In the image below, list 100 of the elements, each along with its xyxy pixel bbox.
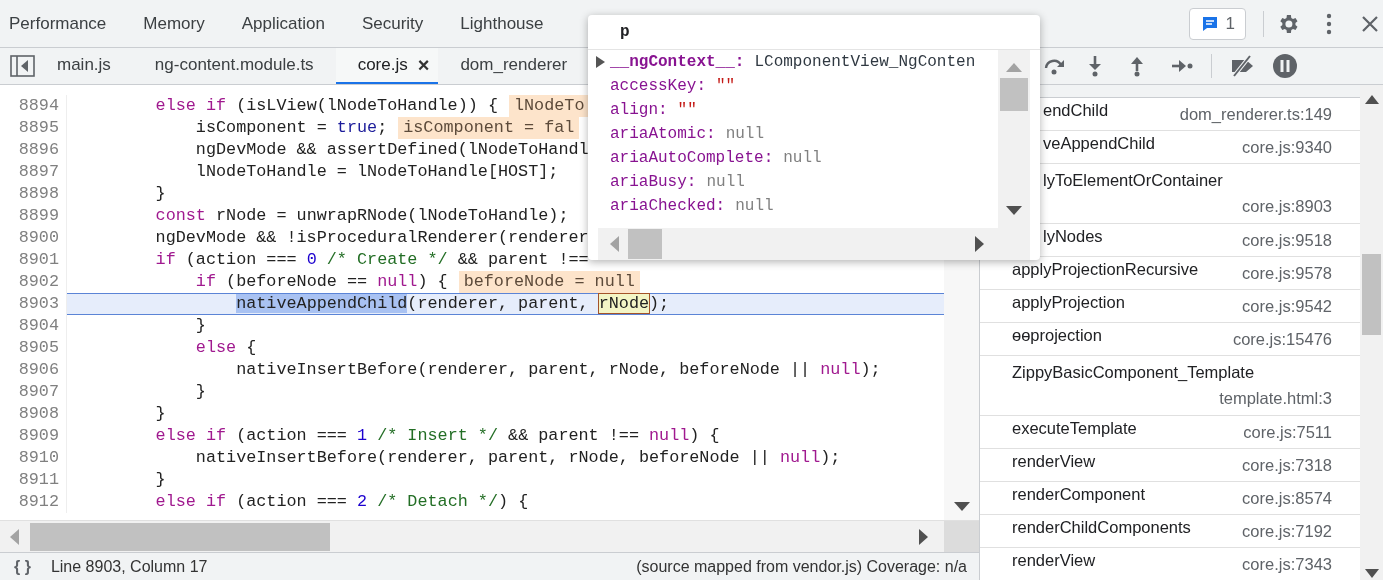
frame-name: lyNodes bbox=[1043, 226, 1103, 247]
property-name: ariaBusy: bbox=[610, 172, 697, 193]
code-line: } bbox=[194, 315, 206, 337]
step-into-icon[interactable] bbox=[1087, 55, 1103, 77]
scrollbar-thumb[interactable] bbox=[30, 522, 330, 551]
property-value: null bbox=[725, 124, 765, 145]
property-name: ariaChecked: bbox=[610, 196, 726, 217]
code-line: nativeInsertBefore(renderer, parent, rNode, beforeNode || null); bbox=[194, 447, 841, 469]
code-line: } bbox=[154, 403, 166, 425]
line-number: 8899 bbox=[0, 205, 67, 227]
code-line: } bbox=[194, 381, 206, 403]
panel-tab[interactable]: Memory bbox=[143, 0, 205, 47]
pretty-print-button[interactable]: { } bbox=[14, 554, 31, 579]
scroll-right-icon[interactable] bbox=[918, 528, 928, 545]
call-frame[interactable]: ɵɵprojection core.js:15476 bbox=[980, 323, 1360, 356]
line-number: 8909 bbox=[0, 425, 67, 447]
call-frame[interactable]: renderComponent core.js:8574 bbox=[980, 482, 1360, 515]
frame-name: veAppendChild bbox=[1043, 133, 1155, 154]
property-name: ariaAutoComplete: bbox=[610, 148, 774, 169]
frame-name: renderComponent bbox=[1012, 484, 1145, 505]
code-line: if (action === 0 /* Create */ && parent !== bbox=[154, 249, 589, 271]
frame-location: core.js:7343 bbox=[1242, 553, 1332, 575]
code-line: else if (action === 2 /* Detach */) { bbox=[154, 491, 529, 513]
line-number: 8895 bbox=[0, 117, 67, 139]
call-frame[interactable]: executeTemplate core.js:7511 bbox=[980, 416, 1360, 449]
frame-name: endChild bbox=[1043, 100, 1109, 121]
more-options-icon[interactable] bbox=[1326, 12, 1332, 35]
expand-arrow-icon[interactable] bbox=[596, 56, 605, 68]
frame-name: lyToElementOrContainer bbox=[1043, 170, 1223, 191]
code-line: nativeInsertBefore(renderer, parent, rNode, beforeNode || null); bbox=[235, 359, 881, 381]
file-tab[interactable]: main.js bbox=[35, 48, 133, 84]
scrollbar-thumb[interactable] bbox=[1362, 254, 1381, 335]
code-line: isComponent = true; bbox=[194, 117, 388, 139]
frame-location: core.js:9542 bbox=[1242, 295, 1332, 317]
issues-button[interactable]: 1 bbox=[1188, 7, 1246, 40]
pause-icon[interactable] bbox=[1272, 53, 1298, 79]
frame-location: core.js:9340 bbox=[1242, 136, 1332, 158]
scrollbar-thumb[interactable] bbox=[628, 229, 662, 259]
property-value: LComponentView_NgConten bbox=[754, 52, 976, 73]
line-number: 8901 bbox=[0, 249, 67, 271]
line-number: 8911 bbox=[0, 469, 67, 491]
frame-location: core.js:9578 bbox=[1242, 262, 1332, 284]
line-number: 8894 bbox=[0, 95, 67, 117]
scroll-down-icon[interactable] bbox=[1006, 206, 1022, 216]
step-icon[interactable] bbox=[1171, 59, 1193, 73]
frame-name: renderView bbox=[1012, 451, 1096, 472]
file-tab[interactable]: core.js × bbox=[335, 48, 439, 84]
horizontal-scrollbar[interactable] bbox=[0, 520, 979, 552]
line-number: 8900 bbox=[0, 227, 67, 249]
call-frame[interactable]: applyProjection core.js:9542 bbox=[980, 290, 1360, 323]
scroll-down-icon[interactable] bbox=[953, 502, 970, 512]
code-line: nativeAppendChild(renderer, parent, rNode); bbox=[235, 293, 670, 315]
property-name: align: bbox=[610, 100, 668, 121]
frame-location: core.js:9518 bbox=[1242, 229, 1332, 251]
file-tab[interactable]: dom_renderer bbox=[438, 48, 590, 84]
scroll-right-icon[interactable] bbox=[974, 236, 984, 252]
line-number: 8898 bbox=[0, 183, 67, 205]
frame-location: template.html:3 bbox=[1219, 388, 1332, 409]
panel-tab[interactable]: Application bbox=[241, 0, 325, 47]
property-value: "" bbox=[677, 100, 697, 121]
call-frame[interactable]: renderChildComponents core.js:7192 bbox=[980, 515, 1360, 548]
frame-location: core.js:15476 bbox=[1232, 328, 1332, 350]
code-line: if (beforeNode == null) { bbox=[194, 271, 448, 293]
frame-name: ɵɵprojection bbox=[1012, 325, 1102, 346]
frame-name: executeTemplate bbox=[1012, 418, 1137, 439]
code-line: lNodeToHandle = lNodeToHandle[HOST]; bbox=[194, 161, 559, 183]
frame-name: renderChildComponents bbox=[1012, 517, 1191, 538]
panel-tab[interactable]: Performance bbox=[9, 0, 107, 47]
frame-location: dom_renderer.ts:149 bbox=[1179, 103, 1332, 125]
panel-tab[interactable]: Lighthouse bbox=[460, 0, 544, 47]
code-line: } bbox=[154, 469, 166, 491]
property-value: "" bbox=[716, 76, 736, 97]
vertical-scrollbar[interactable] bbox=[1360, 85, 1383, 580]
line-number: 8902 bbox=[0, 271, 67, 293]
code-line: else if (action === 1 /* Insert */ && parent !== null) { bbox=[154, 425, 720, 447]
line-number: 8912 bbox=[0, 491, 67, 513]
property-value: null bbox=[706, 172, 745, 193]
source-info: (source mapped from vendor.js) Coverage: n/a bbox=[636, 556, 967, 577]
frame-name: applyProjectionRecursive bbox=[1012, 259, 1199, 280]
code-line: ngDevMode && !isProceduralRenderer(renderer bbox=[154, 227, 589, 249]
step-out-icon[interactable] bbox=[1129, 55, 1145, 77]
property-name: ariaAtomic: bbox=[610, 124, 716, 145]
line-number: 8897 bbox=[0, 161, 67, 183]
vertical-scrollbar[interactable] bbox=[998, 50, 1030, 228]
file-tab[interactable]: ng-content.module.ts bbox=[132, 48, 336, 84]
scrollbar-thumb[interactable] bbox=[1000, 78, 1028, 111]
frame-name: ZippyBasicComponent_Template bbox=[1012, 362, 1255, 383]
line-number: 8907 bbox=[0, 381, 67, 403]
panel-tab[interactable]: Security bbox=[361, 0, 424, 47]
frame-location: core.js:8574 bbox=[1242, 487, 1332, 509]
code-line: else { bbox=[194, 337, 257, 359]
sidebar-toggle-icon[interactable] bbox=[10, 55, 35, 77]
call-frame[interactable]: renderView core.js:7318 bbox=[980, 449, 1360, 482]
close-tab-button[interactable]: × bbox=[417, 50, 430, 80]
horizontal-scrollbar[interactable] bbox=[598, 228, 1030, 260]
frame-location: core.js:7192 bbox=[1242, 520, 1332, 542]
scroll-up-icon[interactable] bbox=[1364, 95, 1379, 104]
scrollbar-corner bbox=[944, 521, 979, 552]
scroll-down-icon[interactable] bbox=[1364, 569, 1379, 578]
close-icon[interactable] bbox=[1360, 13, 1380, 34]
